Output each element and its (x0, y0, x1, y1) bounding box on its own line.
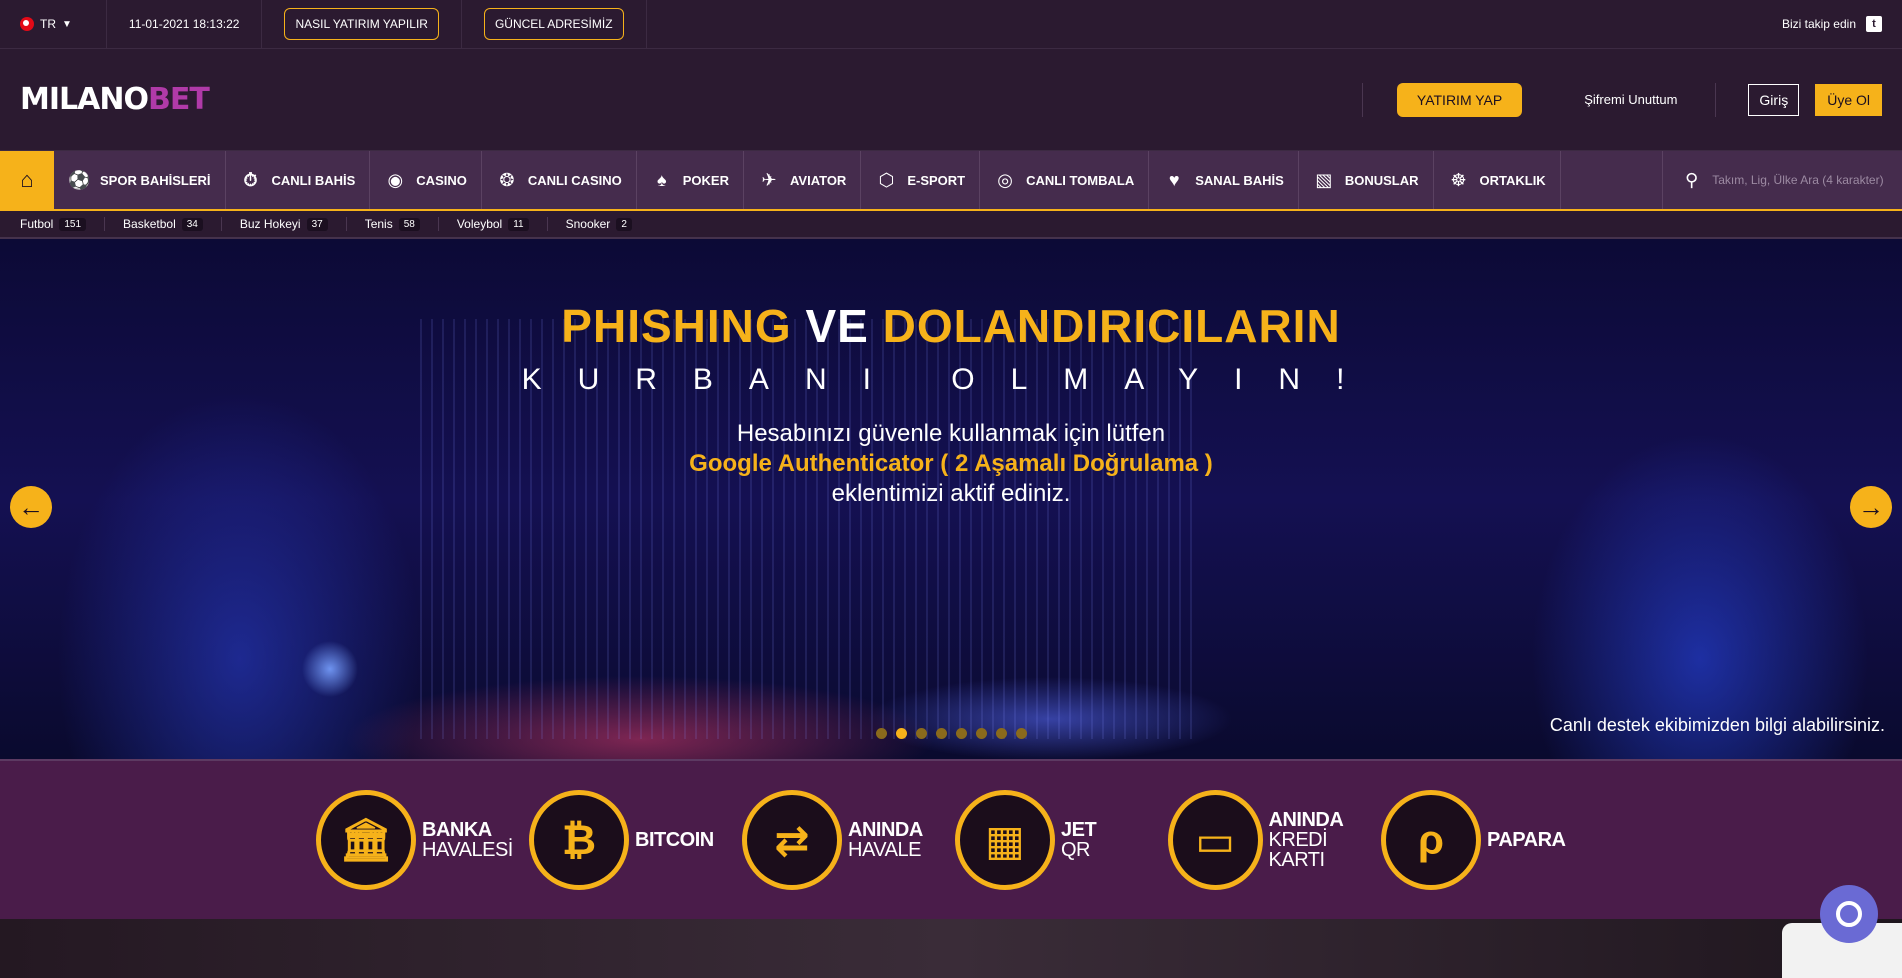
chat-bubble-icon (1836, 901, 1862, 927)
heart-icon: ♥ (1168, 169, 1180, 190)
payment-label: ANINDA KREDİ KARTI (1268, 809, 1344, 871)
nav-item-poker[interactable]: ♠ POKER (637, 151, 744, 209)
clock: 11-01-2021 18:13:22 (107, 0, 263, 49)
gift-icon: ▧ (1315, 169, 1333, 190)
slider-dots (876, 728, 1027, 739)
slider-dot[interactable] (876, 728, 887, 739)
hero-subtitle: KURBANI OLMAYIN! (521, 363, 1381, 396)
payment-label: PAPARA (1487, 829, 1566, 851)
sport-item-snooker[interactable]: Snooker 2 (566, 217, 650, 231)
bottom-strip (0, 885, 1902, 978)
nav-item-spor-bahisleri[interactable]: ⚽ SPOR BAHİSLERİ (54, 151, 226, 209)
nav-item-casino[interactable]: ◉ CASINO (370, 151, 482, 209)
tombala-icon: ◎ (997, 169, 1013, 190)
poker-chip-icon: ❂ (499, 169, 515, 190)
deposit-button[interactable]: YATIRIM YAP (1396, 82, 1523, 117)
slider-next-arrow-icon[interactable]: → (1850, 486, 1892, 528)
signup-button[interactable]: Üye Ol (1815, 83, 1882, 116)
current-address-button[interactable]: GÜNCEL ADRESİMİZ (483, 8, 624, 40)
login-button[interactable]: Giriş (1748, 83, 1800, 116)
how-to-deposit-button[interactable]: NASIL YATIRIM YAPILIR (284, 8, 439, 40)
search-bar[interactable]: ⚲ Takım, Lig, Ülke Ara (4 karakter) (1662, 151, 1902, 209)
sport-item-futbol[interactable]: Futbol 151 (20, 217, 106, 231)
payment-label: BANKA HAVALESİ (422, 819, 513, 861)
stopwatch-icon: ⏱ (243, 169, 258, 190)
forgot-password-link[interactable]: Şifremi Unuttum (1584, 92, 1677, 107)
sports-bar: Futbol 151 Basketbol 34 Buz Hokeyi 37 Tenis… (0, 211, 1902, 239)
language-label: TR (40, 17, 56, 31)
nav-item-sanal-bahis[interactable]: ♥ SANAL BAHİS (1149, 151, 1299, 209)
payment-method[interactable]: ρ PAPARA (1381, 790, 1594, 890)
payment-method[interactable]: ▦ JET QR (955, 790, 1168, 890)
follow-label: Bizi takip edin (1781, 17, 1856, 31)
search-icon: ⚲ (1685, 169, 1699, 190)
sport-item-buz-hokeyi[interactable]: Buz Hokeyi 37 (240, 217, 347, 231)
handshake-icon: ☸ (1450, 169, 1467, 190)
twitter-icon[interactable]: t (1866, 16, 1882, 32)
sport-count: 151 (59, 217, 87, 231)
main-nav: ⌂ ⚽ SPOR BAHİSLERİ ⏱ CANLI BAHİS ◉ CASINO ❂… (0, 150, 1902, 211)
home-icon[interactable]: ⌂ (0, 151, 54, 209)
slider-dot[interactable] (956, 728, 967, 739)
nav-item-ortaklik[interactable]: ☸ ORTAKLIK (1434, 151, 1561, 209)
nav-item-aviator[interactable]: ✈ AVIATOR (744, 151, 862, 209)
slider-dot[interactable] (916, 728, 927, 739)
site-header: MILANO BET YATIRIM YAP Şifremi Unuttum Gi… (0, 49, 1902, 150)
bitcoin-icon: ₿ (529, 790, 629, 890)
language-selector[interactable]: TR ▼ (20, 0, 107, 49)
sport-count: 11 (508, 217, 529, 231)
payment-label: JET QR (1061, 819, 1097, 861)
social-follow: Bizi takip edin t (1782, 16, 1882, 32)
sport-item-basketbol[interactable]: Basketbol 34 (123, 217, 222, 231)
search-input[interactable]: Takım, Lig, Ülke Ara (4 karakter) (1712, 173, 1883, 187)
payment-label: BITCOIN (635, 829, 714, 851)
nav-item-canli-tombala[interactable]: ◎ CANLI TOMBALA (980, 151, 1150, 209)
logo-accent-text: BET (147, 82, 210, 117)
transfer-icon: ⇄ (742, 790, 842, 890)
support-note: Canlı destek ekibimizden bilgi alabilirs… (1549, 715, 1885, 735)
gamepad-icon: ◉ (387, 169, 404, 190)
logo-text: MILANO (20, 82, 149, 117)
hero-banner[interactable]: PHISHING VE DOLANDIRICILARIN KURBANI OLM… (0, 239, 1902, 759)
payment-method[interactable]: ▭ ANINDA KREDİ KARTI (1168, 790, 1381, 890)
sport-count: 34 (181, 217, 203, 231)
credit-card-icon: ▭ (1168, 790, 1263, 890)
qr-code-icon: ▦ (955, 790, 1055, 890)
payment-method[interactable]: ₿ BITCOIN (529, 790, 742, 890)
hero-text: PHISHING VE DOLANDIRICILARIN KURBANI OLM… (0, 299, 1902, 509)
slider-prev-arrow-icon[interactable]: ← (10, 486, 52, 528)
hero-body: Hesabınızı güvenle kullanmak için lütfen… (689, 420, 1213, 507)
payment-method[interactable]: ⇄ ANINDA HAVALE (742, 790, 955, 890)
soccer-ball-icon: ⚽ (68, 169, 91, 190)
chevron-down-icon: ▼ (62, 18, 72, 30)
slider-dot[interactable] (996, 728, 1007, 739)
sport-count: 2 (616, 217, 632, 231)
payment-methods: 🏛 BANKA HAVALESİ ₿ BITCOIN ⇄ ANINDA HAVALE ▦ JET Q… (0, 759, 1902, 919)
sport-item-voleybol[interactable]: Voleybol 11 (457, 217, 548, 231)
logo[interactable]: MILANO BET (20, 82, 210, 117)
hero-title: PHISHING VE DOLANDIRICILARIN (561, 300, 1341, 352)
sport-count: 37 (306, 217, 328, 231)
nav-item-e-sport[interactable]: ⬡ E-SPORT (861, 151, 981, 209)
nav-item-canli-casino[interactable]: ❂ CANLI CASINO (482, 151, 637, 209)
nav-item-canli-bahis[interactable]: ⏱ CANLI BAHİS (226, 151, 371, 209)
papara-icon: ρ (1381, 790, 1481, 890)
slider-dot[interactable] (1016, 728, 1027, 739)
sport-item-tenis[interactable]: Tenis 58 (365, 217, 439, 231)
slider-dot[interactable] (896, 728, 907, 739)
sport-count: 58 (398, 217, 420, 231)
nav-item-bonuslar[interactable]: ▧ BONUSLAR (1299, 151, 1434, 209)
top-bar: TR ▼ 11-01-2021 18:13:22 NASIL YATIRIM Y… (0, 0, 1902, 49)
payment-label: ANINDA HAVALE (848, 819, 923, 861)
plane-icon: ✈ (761, 169, 777, 190)
cards-icon: ♠ (656, 169, 667, 190)
slider-dot[interactable] (936, 728, 947, 739)
bank-icon: 🏛 (316, 790, 416, 890)
slider-dot[interactable] (976, 728, 987, 739)
turkey-flag-icon (20, 17, 34, 31)
live-chat-button[interactable] (1820, 885, 1878, 943)
esport-icon: ⬡ (878, 169, 895, 190)
payment-method[interactable]: 🏛 BANKA HAVALESİ (316, 790, 529, 890)
